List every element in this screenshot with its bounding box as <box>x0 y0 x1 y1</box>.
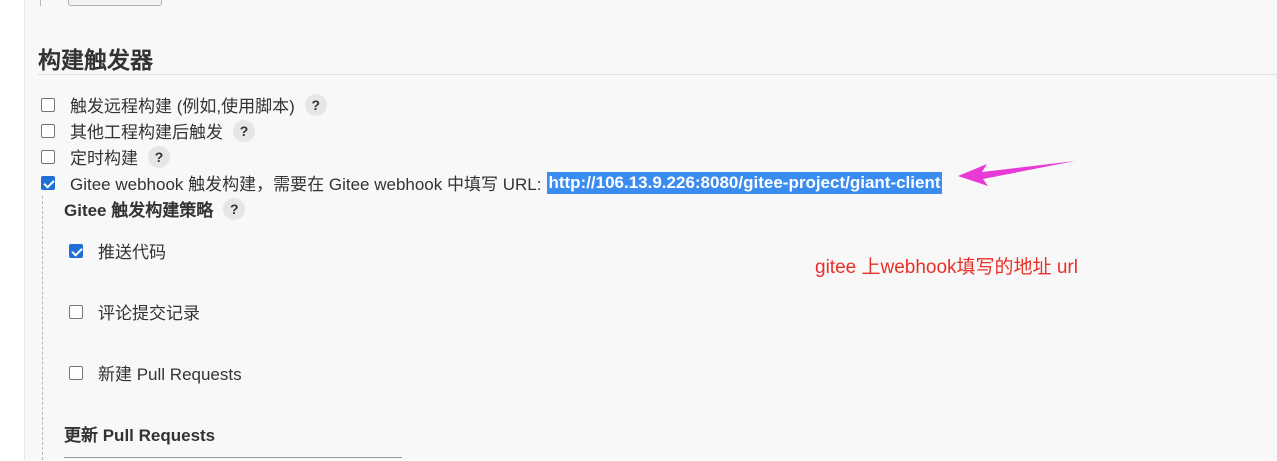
trigger-after-other-projects-label[interactable]: 其他工程构建后触发 <box>70 118 223 143</box>
annotation-text: gitee 上webhook填写的地址 url <box>815 257 1078 278</box>
trigger-remote-build: 触发远程构建 (例如,使用脚本) ? <box>41 92 327 117</box>
trigger-gitee-webhook-checkbox[interactable] <box>41 175 55 190</box>
strategy-comment-label[interactable]: 评论提交记录 <box>98 299 200 324</box>
strategy-push-checkbox[interactable] <box>69 243 83 258</box>
strategy-option-comment: 评论提交记录 <box>69 299 200 324</box>
section-divider <box>38 74 1277 75</box>
trigger-gitee-webhook-label[interactable]: Gitee webhook 触发构建，需要在 Gitee webhook 中填写… <box>70 170 541 195</box>
strategy-new-pr-checkbox[interactable] <box>69 365 83 380</box>
trigger-remote-build-checkbox[interactable] <box>41 97 55 112</box>
strategy-comment-checkbox[interactable] <box>69 304 83 319</box>
nested-options-guide <box>42 196 43 460</box>
strategy-option-new-pr: 新建 Pull Requests <box>69 360 242 385</box>
help-icon[interactable]: ? <box>148 145 170 168</box>
webhook-url[interactable]: http://106.13.9.226:8080/gitee-project/g… <box>547 171 942 194</box>
annotation-arrow-icon <box>958 161 1075 186</box>
trigger-remote-build-label[interactable]: 触发远程构建 (例如,使用脚本) <box>70 92 295 117</box>
help-icon[interactable]: ? <box>304 93 327 116</box>
help-icon[interactable]: ? <box>233 119 255 142</box>
trigger-scheduled-build-label[interactable]: 定时构建 <box>70 144 138 169</box>
trigger-scheduled-build-checkbox[interactable] <box>41 149 55 164</box>
config-panel <box>24 0 1277 460</box>
trigger-after-other-projects-checkbox[interactable] <box>41 123 55 138</box>
section-title: 构建触发器 <box>38 47 153 73</box>
top-divider <box>40 0 41 6</box>
strategy-new-pr-label[interactable]: 新建 Pull Requests <box>98 360 242 385</box>
strategy-option-push: 推送代码 <box>69 238 166 263</box>
update-pr-select[interactable] <box>64 457 402 461</box>
strategy-push-label[interactable]: 推送代码 <box>98 238 166 263</box>
strategy-heading: Gitee 触发构建策略 ? <box>64 196 246 221</box>
trigger-scheduled-build: 定时构建 ? <box>41 144 170 169</box>
trigger-gitee-webhook: Gitee webhook 触发构建，需要在 Gitee webhook 中填写… <box>41 170 942 195</box>
previous-section-button[interactable] <box>68 0 162 6</box>
update-pr-heading: 更新 Pull Requests <box>64 421 215 446</box>
help-icon[interactable]: ? <box>223 197 246 220</box>
update-pr-title: 更新 Pull Requests <box>64 426 216 445</box>
trigger-after-other-projects: 其他工程构建后触发 ? <box>41 118 255 143</box>
strategy-title: Gitee 触发构建策略 <box>64 201 214 220</box>
